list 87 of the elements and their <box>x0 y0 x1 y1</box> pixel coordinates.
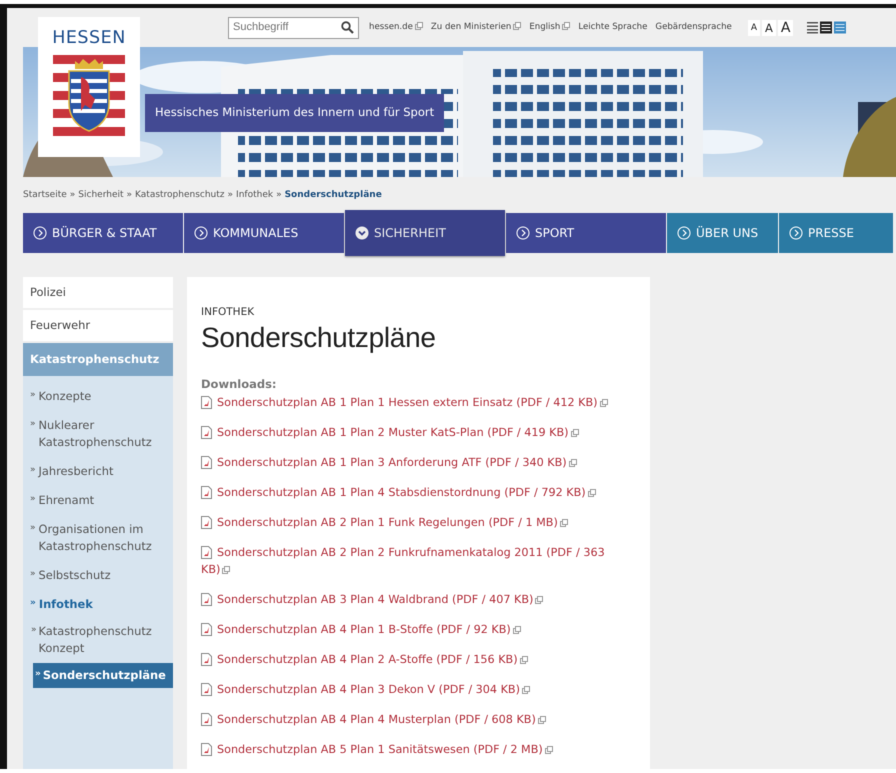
ministry-title: Hessisches Ministerium des Innern und für Sport <box>145 94 444 132</box>
nav-tab[interactable]: ÜBER UNS <box>667 213 778 253</box>
service-link[interactable]: hessen.de <box>369 21 423 34</box>
chevron-circle-icon <box>789 226 803 240</box>
download-link[interactable]: Sonderschutzplan AB 4 Plan 1 B-Stoffe (PDF / 92 KB) <box>201 620 610 638</box>
breadcrumb-separator: » <box>276 190 282 200</box>
font-size-button[interactable]: A <box>778 20 794 36</box>
pdf-file-icon <box>201 456 212 469</box>
download-link[interactable]: Sonderschutzplan AB 2 Plan 2 Funkrufnamenkatalog 2011 (PDF / 363 KB) <box>201 544 610 578</box>
external-link-icon <box>522 686 530 694</box>
external-link-icon <box>222 566 230 574</box>
sidebar-item[interactable]: » Selbstschutz <box>23 563 173 592</box>
section-kicker: INFOTHEK <box>201 305 256 320</box>
pdf-file-icon <box>201 682 212 696</box>
service-link[interactable]: Gebärdensprache <box>655 21 732 34</box>
chevron-circle-icon <box>677 226 691 240</box>
external-link-icon <box>512 626 521 634</box>
pdf-file-icon <box>201 622 212 636</box>
downloads-label: Downloads: <box>201 376 278 394</box>
nav-tab[interactable]: SICHERHEIT <box>345 210 505 256</box>
breadcrumb-link[interactable]: Sonderschutzpläne <box>284 190 382 200</box>
breadcrumb-separator: » <box>70 190 76 200</box>
chevron-circle-icon <box>194 226 208 240</box>
pdf-file-icon <box>201 592 212 606</box>
external-link-icon <box>560 518 568 527</box>
pdf-file-icon <box>201 546 212 559</box>
sidebar-item[interactable]: » Organisationen im Katastrophenschutz <box>23 517 173 564</box>
download-link[interactable]: Sonderschutzplan AB 1 Plan 1 Hessen extern Einsatz (PDF / 412 KB) <box>201 394 610 411</box>
nav-tab[interactable]: PRESSE <box>779 213 893 253</box>
chevron-circle-icon <box>516 226 530 240</box>
external-link-icon <box>600 398 608 407</box>
sidebar-subitem[interactable]: » Katastrophenschutz Konzept <box>23 621 173 660</box>
breadcrumb-separator: » <box>126 190 132 200</box>
breadcrumb-link[interactable]: Startseite <box>23 190 67 200</box>
breadcrumb-link[interactable]: Infothek <box>236 190 274 200</box>
chevron-circle-icon <box>33 226 47 240</box>
sidebar-item[interactable]: » Jahresbericht <box>23 459 173 488</box>
pdf-file-icon <box>201 712 212 726</box>
service-link[interactable]: English <box>529 21 570 34</box>
nav-tab[interactable]: BÜRGER & STAAT <box>23 213 183 253</box>
breadcrumb-separator: » <box>228 190 234 200</box>
service-link[interactable]: Leichte Sprache <box>578 21 648 34</box>
search-box[interactable]: Suchbegriff <box>228 16 359 38</box>
external-link-icon <box>544 746 553 754</box>
download-link[interactable]: Sonderschutzplan AB 4 Plan 4 Musterplan (PDF / 608 KB) <box>201 710 610 728</box>
font-size-button[interactable]: A <box>748 20 760 36</box>
search-icon[interactable] <box>341 21 354 34</box>
page-title: Sonderschutzpläne <box>201 320 437 354</box>
external-link-icon <box>535 596 544 604</box>
external-link-icon <box>570 428 579 437</box>
pdf-file-icon <box>201 652 212 666</box>
logo-text: HESSEN <box>52 27 126 50</box>
font-size-button[interactable]: A <box>762 20 776 36</box>
nav-tab[interactable]: SPORT <box>506 213 666 253</box>
external-link-icon <box>562 22 570 30</box>
layout-icons[interactable] <box>807 21 848 34</box>
download-link[interactable]: Sonderschutzplan AB 4 Plan 3 Dekon V (PDF / 304 KB) <box>201 680 610 698</box>
sidebar-item[interactable]: » Ehrenamt <box>23 488 173 518</box>
nav-tab[interactable]: KOMMUNALES <box>184 213 344 253</box>
pdf-file-icon <box>201 516 212 529</box>
chevron-down-circle-icon <box>355 226 369 240</box>
download-link[interactable]: Sonderschutzplan AB 1 Plan 3 Anforderung ATF (PDF / 340 KB) <box>201 454 610 471</box>
sidebar-item[interactable]: » Infothek <box>23 592 173 622</box>
sidebar-item[interactable]: Feuerwehr <box>23 310 173 342</box>
download-link[interactable]: Sonderschutzplan AB 4 Plan 2 A-Stoffe (PDF / 156 KB) <box>201 650 610 668</box>
sidebar-item[interactable]: » Konzepte <box>23 384 173 414</box>
external-link-icon <box>513 22 522 30</box>
download-link[interactable]: Sonderschutzplan AB 2 Plan 1 Funk Regelungen (PDF / 1 MB) <box>201 514 610 531</box>
external-link-icon <box>414 22 423 30</box>
breadcrumb-link[interactable]: Katastrophenschutz <box>135 190 225 200</box>
external-link-icon <box>538 716 546 724</box>
download-link[interactable]: Sonderschutzplan AB 3 Plan 4 Waldbrand (PDF / 407 KB) <box>201 590 610 608</box>
pdf-file-icon <box>201 396 212 409</box>
download-link[interactable]: Sonderschutzplan AB 5 Plan 1 Sanitätswesen (PDF / 2 MB) <box>201 740 610 758</box>
sidebar-subitem[interactable]: » Sonderschutzpläne <box>33 663 173 688</box>
external-link-icon <box>568 458 577 467</box>
pdf-file-icon <box>201 486 212 499</box>
pdf-file-icon <box>201 426 212 439</box>
external-link-icon <box>520 656 528 664</box>
external-link-icon <box>588 488 596 497</box>
sidebar-item[interactable]: » Nuklearer Katastrophenschutz <box>23 413 173 460</box>
breadcrumb-link[interactable]: Sicherheit <box>78 190 124 200</box>
service-link[interactable]: Zu den Ministerien <box>430 21 522 34</box>
sidebar-item[interactable]: Polizei <box>23 277 173 308</box>
pdf-file-icon <box>201 742 212 756</box>
download-link[interactable]: Sonderschutzplan AB 1 Plan 4 Stabsdienstordnung (PDF / 792 KB) <box>201 484 610 501</box>
download-link[interactable]: Sonderschutzplan AB 1 Plan 2 Muster KatS-Plan (PDF / 419 KB) <box>201 424 610 441</box>
